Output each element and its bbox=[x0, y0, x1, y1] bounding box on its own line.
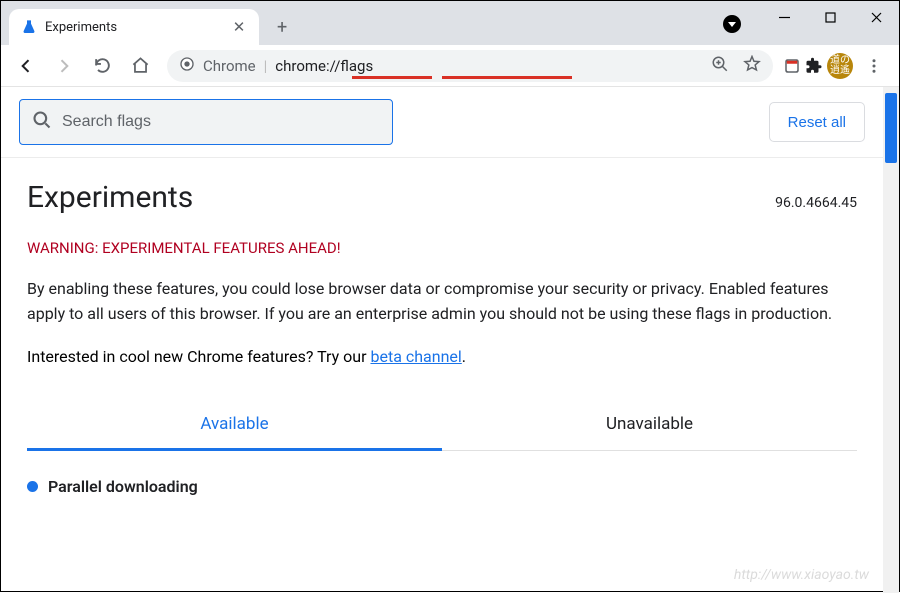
omnibox-url: chrome://flags bbox=[275, 57, 373, 75]
warning-body: By enabling these features, you could lo… bbox=[27, 277, 857, 327]
omnibox-divider: | bbox=[264, 57, 268, 75]
flask-icon bbox=[21, 19, 37, 35]
account-dropdown-icon[interactable] bbox=[723, 15, 741, 33]
maximize-button[interactable] bbox=[807, 1, 853, 33]
flag-title: Parallel downloading bbox=[48, 477, 198, 496]
extensions-puzzle-icon[interactable] bbox=[805, 57, 823, 75]
back-button[interactable] bbox=[9, 49, 43, 83]
chrome-version: 96.0.4664.45 bbox=[775, 195, 857, 211]
warning-text: WARNING: EXPERIMENTAL FEATURES AHEAD! bbox=[27, 239, 857, 257]
page-title: Experiments bbox=[27, 180, 193, 215]
close-tab-icon[interactable]: ✕ bbox=[231, 19, 247, 35]
flag-row: Parallel downloading bbox=[27, 477, 857, 496]
scrollbar-thumb[interactable] bbox=[885, 93, 897, 163]
reload-button[interactable] bbox=[85, 49, 119, 83]
annotation-underline bbox=[352, 76, 432, 79]
search-icon bbox=[32, 110, 52, 134]
profile-avatar[interactable]: 道の逍遙 bbox=[827, 53, 853, 79]
zoom-icon[interactable] bbox=[711, 55, 729, 77]
browser-tab[interactable]: Experiments ✕ bbox=[9, 9, 259, 45]
tab-available[interactable]: Available bbox=[27, 400, 442, 451]
extension-icon[interactable] bbox=[783, 57, 801, 75]
home-button[interactable] bbox=[123, 49, 157, 83]
search-flags-box[interactable] bbox=[19, 99, 393, 145]
window-titlebar: Experiments ✕ + bbox=[1, 1, 899, 45]
window-close-button[interactable] bbox=[853, 1, 899, 33]
forward-button[interactable] bbox=[47, 49, 81, 83]
flag-modified-indicator-icon bbox=[27, 481, 38, 492]
beta-channel-link[interactable]: beta channel bbox=[370, 347, 461, 366]
chrome-menu-button[interactable] bbox=[857, 49, 891, 83]
bookmark-star-icon[interactable] bbox=[743, 55, 761, 77]
watermark-text: http://www.xiaoyao.tw bbox=[734, 567, 869, 583]
annotation-underline bbox=[442, 76, 572, 79]
site-info-icon[interactable] bbox=[179, 56, 195, 76]
address-bar[interactable]: Chrome | chrome://flags bbox=[167, 50, 773, 82]
beta-channel-text: Interested in cool new Chrome features? … bbox=[27, 347, 857, 366]
omnibox-scheme-label: Chrome bbox=[203, 57, 256, 75]
window-controls bbox=[761, 1, 899, 45]
tab-title: Experiments bbox=[45, 20, 223, 35]
flags-tabs: Available Unavailable bbox=[27, 400, 857, 451]
reset-all-button[interactable]: Reset all bbox=[769, 102, 865, 142]
minimize-button[interactable] bbox=[761, 1, 807, 33]
vertical-scrollbar[interactable] bbox=[883, 87, 899, 593]
new-tab-button[interactable]: + bbox=[269, 9, 295, 45]
browser-toolbar: Chrome | chrome://flags 道の逍遙 bbox=[1, 45, 899, 87]
search-flags-input[interactable] bbox=[62, 113, 380, 131]
tab-unavailable[interactable]: Unavailable bbox=[442, 400, 857, 450]
